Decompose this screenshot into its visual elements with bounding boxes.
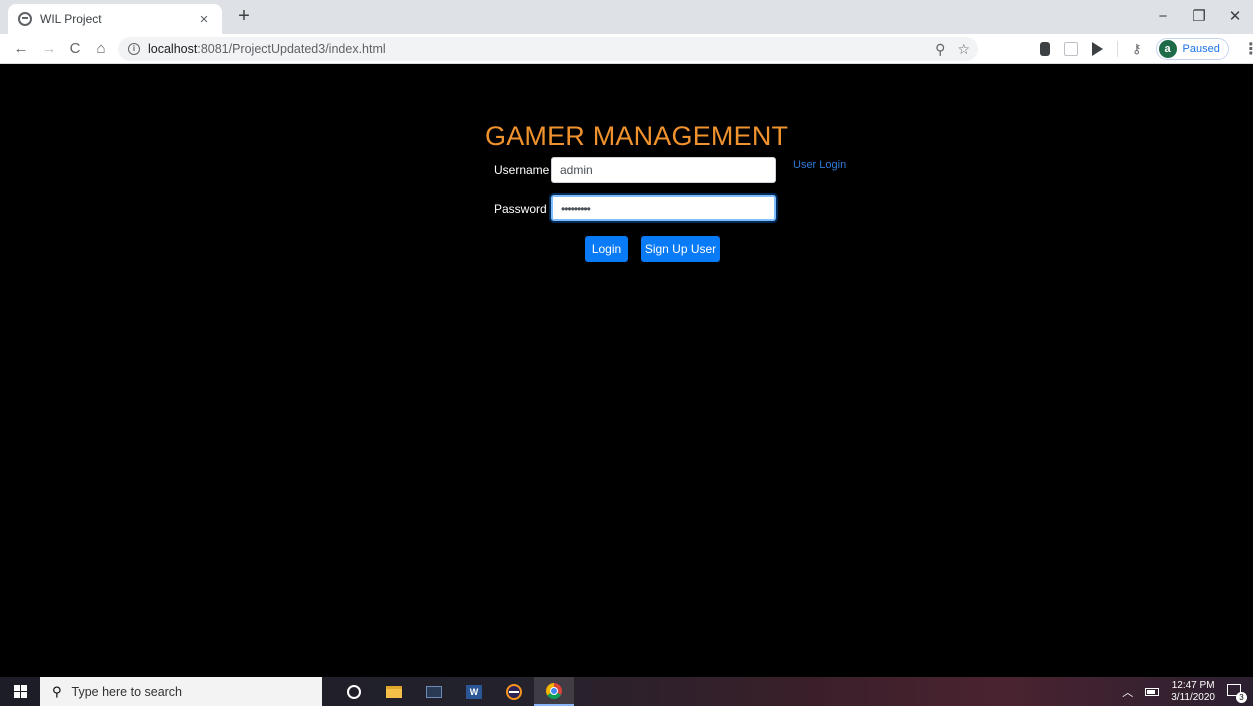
address-bar[interactable]: i localhost:8081/ProjectUpdated3/index.h…	[118, 37, 978, 61]
forward-button[interactable]: →	[38, 38, 60, 60]
windows-taskbar: ⚲ Type here to search W ︿ 12:47 PM 3/11/…	[0, 677, 1253, 706]
minimize-button[interactable]: −	[1145, 0, 1181, 34]
bookmark-star-icon[interactable]: ☆	[957, 41, 970, 58]
page-title: GAMER MANAGEMENT	[485, 121, 789, 151]
search-icon: ⚲	[52, 683, 62, 699]
chevron-up-icon[interactable]: ︿	[1122, 684, 1133, 700]
app-button[interactable]	[414, 677, 454, 706]
browser-tab[interactable]: WIL Project ×	[8, 4, 222, 34]
url-text: localhost:8081/ProjectUpdated3/index.htm…	[148, 42, 386, 56]
new-tab-button[interactable]: +	[232, 5, 256, 29]
eclipse-icon	[506, 683, 522, 700]
extension-icon[interactable]	[1064, 42, 1078, 56]
windows-logo-icon	[13, 685, 27, 698]
file-explorer-button[interactable]	[374, 677, 414, 706]
toolbar-divider	[1117, 41, 1118, 57]
close-window-button[interactable]: ✕	[1217, 0, 1253, 34]
profile-status: Paused	[1182, 43, 1220, 55]
play-extension-icon[interactable]	[1092, 42, 1103, 56]
cortana-button[interactable]	[334, 677, 374, 706]
browser-tabstrip: WIL Project × + − ❐ ✕	[0, 0, 1253, 34]
search-placeholder: Type here to search	[71, 684, 183, 699]
user-login-link[interactable]: User Login	[793, 159, 846, 171]
start-button[interactable]	[0, 677, 40, 706]
zoom-icon[interactable]: ⚲	[935, 41, 945, 58]
password-field[interactable]: •••••••••	[551, 195, 776, 221]
window-controls: − ❐ ✕	[1145, 0, 1253, 34]
action-center-button[interactable]: 3	[1227, 683, 1247, 703]
system-tray: ︿ 12:47 PM 3/11/2020 3	[1122, 677, 1253, 706]
eclipse-button[interactable]	[494, 677, 534, 706]
home-button[interactable]: ⌂	[90, 38, 112, 60]
extension-icon[interactable]	[1040, 42, 1050, 56]
avatar: a	[1158, 40, 1177, 58]
username-label: Username	[494, 163, 550, 177]
omnibox-actions: ⚲ ☆	[935, 37, 970, 61]
username-field[interactable]: admin	[551, 157, 776, 183]
globe-icon	[18, 12, 32, 26]
word-button[interactable]: W	[454, 677, 494, 706]
app-window-icon	[426, 685, 442, 698]
info-icon[interactable]: i	[128, 43, 140, 55]
notification-count-badge: 3	[1236, 691, 1247, 703]
key-icon[interactable]: ⚷	[1132, 41, 1142, 57]
tab-close-button[interactable]: ×	[196, 11, 212, 28]
cortana-icon	[347, 684, 361, 699]
page-content: GAMER MANAGEMENT Username admin User Log…	[0, 65, 1253, 677]
profile-button[interactable]: a Paused	[1155, 38, 1229, 60]
url-host: localhost	[148, 42, 198, 56]
url-path: :8081/ProjectUpdated3/index.html	[197, 42, 386, 56]
clock-date: 3/11/2020	[1171, 691, 1215, 703]
menu-kebab-icon[interactable]: ⋮	[1243, 39, 1253, 59]
taskbar-search[interactable]: ⚲ Type here to search	[40, 677, 322, 706]
login-button[interactable]: Login	[585, 236, 628, 262]
taskbar-apps: W	[334, 677, 574, 706]
chrome-button[interactable]	[534, 677, 574, 706]
sign-up-user-button[interactable]: Sign Up User	[641, 236, 720, 262]
word-icon: W	[466, 684, 482, 699]
back-button[interactable]: ←	[10, 38, 32, 60]
clock[interactable]: 12:47 PM 3/11/2020	[1171, 680, 1215, 704]
reload-button[interactable]: C	[64, 38, 86, 60]
battery-icon[interactable]	[1145, 687, 1160, 696]
password-label: Password	[494, 202, 547, 216]
tab-title: WIL Project	[40, 12, 102, 26]
extensions-area: ⚷ a Paused ⋮	[1040, 34, 1253, 64]
chrome-icon	[546, 682, 562, 699]
folder-icon	[386, 685, 402, 698]
maximize-button[interactable]: ❐	[1181, 0, 1217, 34]
clock-time: 12:47 PM	[1171, 679, 1215, 691]
